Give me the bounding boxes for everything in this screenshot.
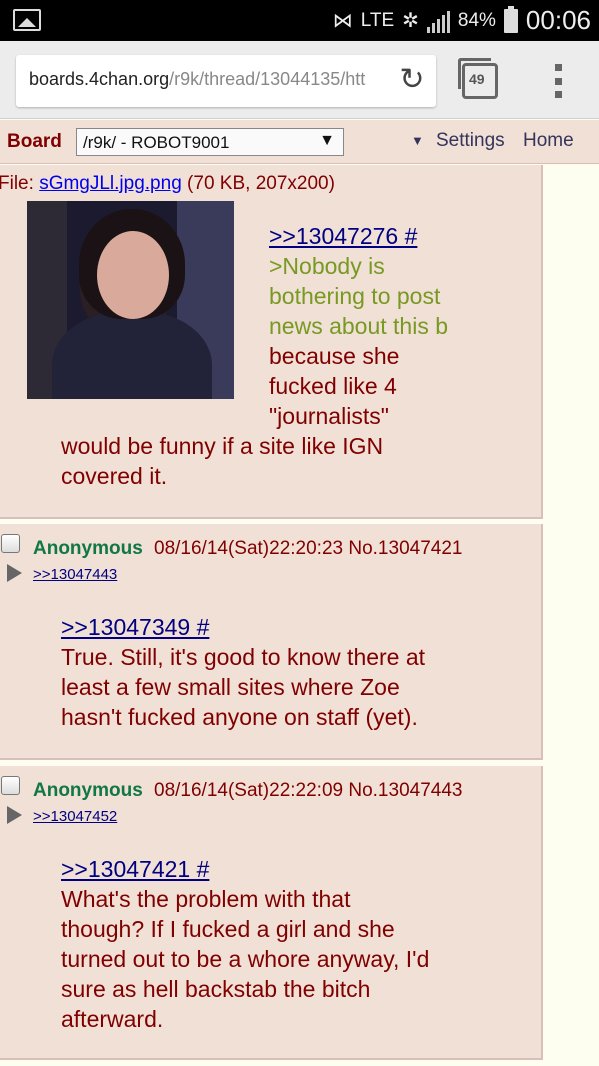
backlink[interactable]: >>13047452 <box>33 808 117 825</box>
board-label: Board <box>7 131 62 152</box>
message-line: turned out to be a whore anyway, I'd <box>61 946 430 972</box>
file-info: File: sGmgJLl.jpg.png (70 KB, 207x200) <box>0 173 335 195</box>
url-host: boards.4chan.org <box>29 69 170 89</box>
post-message-side: >>13047276 # >Nobody is bothering to pos… <box>269 221 539 431</box>
message-line: fucked like 4 <box>269 373 397 399</box>
backlink[interactable]: >>13047443 <box>33 566 117 583</box>
message-line: least a few small sites where Zoe <box>61 674 400 700</box>
post-reply: Anonymous 08/16/14(Sat)22:20:23 No.13047… <box>0 524 543 760</box>
settings-link[interactable]: Settings <box>436 130 505 152</box>
poster-name: Anonymous <box>33 538 143 559</box>
expand-replies-icon[interactable] <box>7 806 22 824</box>
url-text[interactable]: boards.4chan.org/r9k/thread/13044135/htt <box>29 69 389 90</box>
message-line: because she <box>269 343 400 369</box>
network-type: LTE <box>360 9 395 31</box>
browser-toolbar: boards.4chan.org/r9k/thread/13044135/htt… <box>0 41 599 119</box>
post-thumbnail[interactable] <box>27 201 234 399</box>
tab-count: 49 <box>469 71 485 87</box>
message-line: afterward. <box>61 1006 164 1032</box>
gallery-notification-icon <box>13 9 41 31</box>
greentext-line: news about this b <box>269 313 449 339</box>
message-line: sure as hell backstab the bitch <box>61 976 371 1002</box>
signal-icon <box>426 9 450 33</box>
battery-icon <box>503 5 518 33</box>
message-line: though? If I fucked a girl and she <box>61 916 395 942</box>
message-line: What's the problem with that <box>61 886 351 912</box>
overflow-menu-icon[interactable] <box>553 64 563 98</box>
greentext-line: bothering to post <box>269 283 441 309</box>
message-line: True. Still, it's good to know there at <box>61 644 426 670</box>
message-line: would be funny if a site like IGN <box>61 433 384 459</box>
battery-percent: 84% <box>457 9 496 31</box>
board-select[interactable]: /r9k/ - ROBOT9001 ▼ <box>76 128 344 156</box>
post-datetime[interactable]: 08/16/14(Sat)22:22:09 No.13047443 <box>154 780 462 802</box>
post-message: >>13047421 # What's the problem with tha… <box>61 854 429 1034</box>
file-label: File: <box>0 173 40 194</box>
url-path: /r9k/thread/13044135/htt <box>169 69 366 89</box>
clock: 00:06 <box>525 5 591 35</box>
greentext-line: >Nobody is <box>269 253 385 279</box>
message-line: covered it. <box>61 463 168 489</box>
status-bar: ⋈ LTE ✲ 84% 00:06 <box>0 0 599 41</box>
board-nav: Board /r9k/ - ROBOT9001 ▼ ▼ Settings Hom… <box>0 120 599 164</box>
post-reply: File: sGmgJLl.jpg.png (70 KB, 207x200) >… <box>0 165 543 519</box>
vibrate-icon: ⋈ <box>332 10 353 32</box>
home-link[interactable]: Home <box>523 130 574 152</box>
file-link[interactable]: sGmgJLl.jpg.png <box>39 173 182 194</box>
message-line: "journalists" <box>269 403 389 429</box>
data-activity-icon: ✲ <box>402 10 419 32</box>
post-checkbox[interactable] <box>1 534 20 553</box>
post-message: would be funny if a site like IGN covere… <box>61 431 383 491</box>
quote-link[interactable]: >>13047421 # <box>61 854 429 884</box>
settings-arrow-icon[interactable]: ▼ <box>411 133 424 148</box>
tabs-button[interactable]: 49 <box>458 58 498 99</box>
post-message: >>13047349 # True. Still, it's good to k… <box>61 612 425 732</box>
dropdown-arrow-icon: ▼ <box>319 132 335 149</box>
poster-name: Anonymous <box>33 780 143 801</box>
post-checkbox[interactable] <box>1 776 20 795</box>
url-bar[interactable]: boards.4chan.org/r9k/thread/13044135/htt… <box>16 55 436 107</box>
quote-link[interactable]: >>13047349 # <box>61 612 425 642</box>
file-meta: (70 KB, 207x200) <box>181 173 335 194</box>
board-select-value: /r9k/ - ROBOT9001 <box>83 133 230 152</box>
reload-icon[interactable]: ↻ <box>396 65 428 97</box>
post-datetime[interactable]: 08/16/14(Sat)22:20:23 No.13047421 <box>154 538 462 560</box>
quote-link[interactable]: >>13047276 # <box>269 221 539 251</box>
message-line: hasn't fucked anyone on staff (yet). <box>61 704 418 730</box>
expand-replies-icon[interactable] <box>7 564 22 582</box>
post-reply: Anonymous 08/16/14(Sat)22:22:09 No.13047… <box>0 766 543 1060</box>
